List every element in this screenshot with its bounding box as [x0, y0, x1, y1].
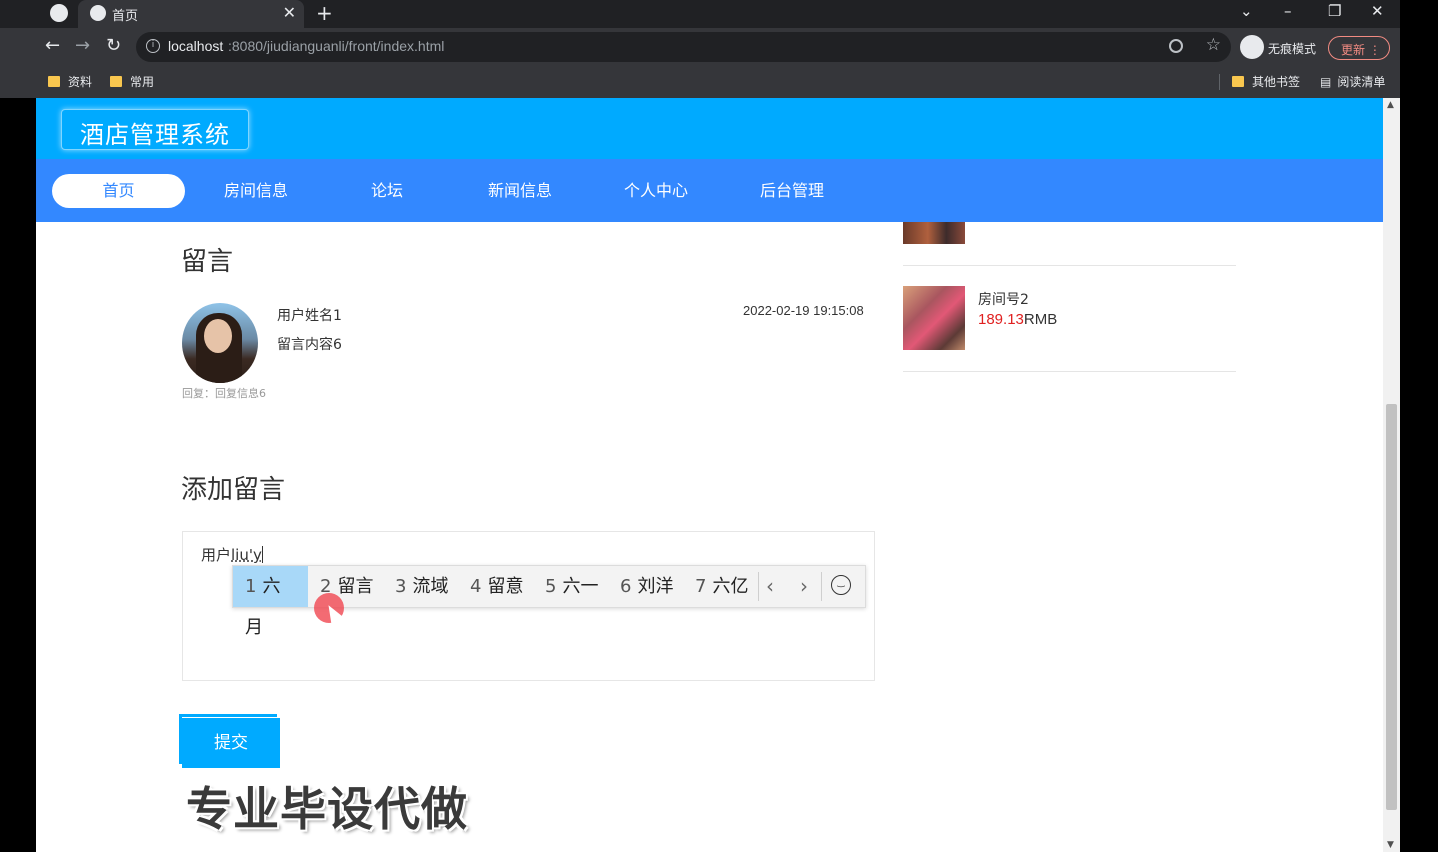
nav-forum[interactable]: 论坛 — [356, 174, 418, 208]
incognito-label: 无痕模式 — [1268, 42, 1317, 56]
new-tab-icon[interactable]: + — [316, 1, 333, 25]
scroll-up-icon[interactable]: ▲ — [1387, 100, 1394, 110]
submit-button[interactable]: 提交 — [182, 718, 280, 768]
watermark-text: 专业毕设代做 — [186, 782, 468, 836]
scrollbar-thumb[interactable] — [1386, 404, 1397, 810]
messages-title: 留言 — [181, 247, 234, 277]
ime-candidate[interactable]: 3 流域 — [383, 566, 460, 607]
room-name[interactable]: 房间号2 — [978, 289, 1029, 309]
forward-icon[interactable]: → — [75, 35, 90, 56]
url-path: :8080/jiudianguanli/front/index.html — [228, 38, 445, 54]
message-content: 留言内容6 — [277, 337, 342, 353]
other-bookmarks[interactable]: 其他书签 — [1232, 73, 1300, 90]
scroll-down-icon[interactable]: ▼ — [1387, 840, 1394, 850]
price-unit: RMB — [1023, 311, 1058, 328]
message-reply: 回复：回复信息6 — [182, 387, 266, 400]
ime-candidate[interactable]: 7 六亿 — [683, 566, 760, 607]
nav-home[interactable]: 首页 — [52, 174, 185, 208]
site-logo[interactable]: 酒店管理系统 — [61, 109, 249, 150]
minimize-icon[interactable]: – — [1284, 2, 1292, 20]
folder-icon — [1232, 76, 1244, 87]
avatar — [182, 303, 258, 383]
browser-tab[interactable]: 首页 ✕ — [78, 0, 304, 28]
info-icon[interactable]: i — [146, 39, 160, 53]
bookmark-star-icon[interactable]: ☆ — [1206, 35, 1221, 55]
close-tab-icon[interactable]: ✕ — [283, 3, 296, 22]
folder-icon — [48, 76, 60, 87]
ime-next-page-icon[interactable]: › — [800, 574, 808, 598]
browser-profile-icon[interactable] — [50, 4, 68, 22]
room-thumbnail[interactable] — [903, 222, 965, 244]
bookmarks-bar: 资料 常用 其他书签 ▤ 阅读清单 — [0, 66, 1400, 98]
ime-candidate[interactable]: 5 六一 — [533, 566, 610, 607]
screen-border — [0, 98, 36, 852]
room-price: 189.13RMB — [978, 311, 1057, 328]
reload-icon[interactable]: ↻ — [106, 35, 121, 56]
add-message-title: 添加留言 — [181, 475, 286, 505]
price-value: 189.13 — [978, 311, 1024, 328]
address-bar[interactable]: i localhost :8080/jiudianguanli/front/in… — [136, 32, 1231, 62]
site-logo-text: 酒店管理系统 — [80, 121, 230, 149]
room-thumbnail[interactable] — [903, 286, 965, 350]
divider — [903, 265, 1236, 266]
text-caret — [261, 546, 263, 563]
globe-icon — [90, 5, 106, 21]
update-label: 更新 — [1341, 43, 1366, 57]
other-bookmarks-label: 其他书签 — [1252, 75, 1301, 89]
screen-border — [1400, 0, 1438, 852]
nav-profile[interactable]: 个人中心 — [616, 174, 696, 208]
browser-tab-bar: 首页 ✕ + ⌄ – ❐ ✕ — [0, 0, 1400, 28]
nav-admin[interactable]: 后台管理 — [752, 174, 832, 208]
tracking-blocked-icon[interactable] — [1169, 39, 1183, 53]
reading-list-label: 阅读清单 — [1337, 75, 1386, 89]
page-scrollbar[interactable]: ▲ ▼ — [1383, 98, 1400, 852]
update-button[interactable]: 更新 ⋮ — [1328, 36, 1390, 60]
back-icon[interactable]: ← — [45, 35, 60, 56]
nav-rooms[interactable]: 房间信息 — [216, 174, 296, 208]
typed-text: 用户liu'y — [201, 544, 263, 565]
message-time: 2022-02-19 19:15:08 — [743, 303, 864, 318]
incognito-icon[interactable] — [1240, 35, 1264, 59]
ime-candidate[interactable]: 4 留意 — [458, 566, 535, 607]
bookmark-separator — [1219, 74, 1220, 90]
ime-prev-page-icon[interactable]: ‹ — [766, 574, 774, 598]
typed-prefix: 用户 — [201, 546, 232, 564]
bookmark-folder-ziliao[interactable]: 资料 — [48, 73, 92, 90]
window-close-icon[interactable]: ✕ — [1371, 2, 1384, 20]
divider — [903, 371, 1236, 372]
reading-list-icon: ▤ — [1320, 75, 1332, 89]
site-nav: 首页 房间信息 论坛 新闻信息 个人中心 后台管理 — [36, 159, 1383, 222]
nav-news[interactable]: 新闻信息 — [480, 174, 560, 208]
restore-icon[interactable]: ❐ — [1328, 2, 1341, 20]
browser-toolbar: ← → ↻ i localhost :8080/jiudianguanli/fr… — [0, 28, 1400, 66]
ime-composition: liu'y — [231, 546, 262, 564]
tab-search-icon[interactable]: ⌄ — [1240, 2, 1253, 20]
folder-icon — [110, 76, 122, 87]
web-page: 酒店管理系统 首页 房间信息 论坛 新闻信息 个人中心 后台管理 留言 用户姓名… — [36, 98, 1383, 852]
bookmark-folder-changyong[interactable]: 常用 — [110, 73, 154, 90]
ime-candidate[interactable]: 6 刘洋 — [608, 566, 685, 607]
url-host: localhost — [168, 38, 224, 54]
tab-title: 首页 — [112, 8, 139, 23]
message-user: 用户姓名1 — [277, 308, 342, 324]
ime-candidate[interactable]: 1 六月 — [233, 566, 308, 638]
site-header: 酒店管理系统 — [36, 98, 1383, 159]
bookmark-label: 资料 — [68, 75, 93, 89]
emoji-icon[interactable]: ‿ — [831, 575, 851, 595]
bookmark-label: 常用 — [130, 75, 155, 89]
reading-list[interactable]: ▤ 阅读清单 — [1320, 73, 1385, 90]
